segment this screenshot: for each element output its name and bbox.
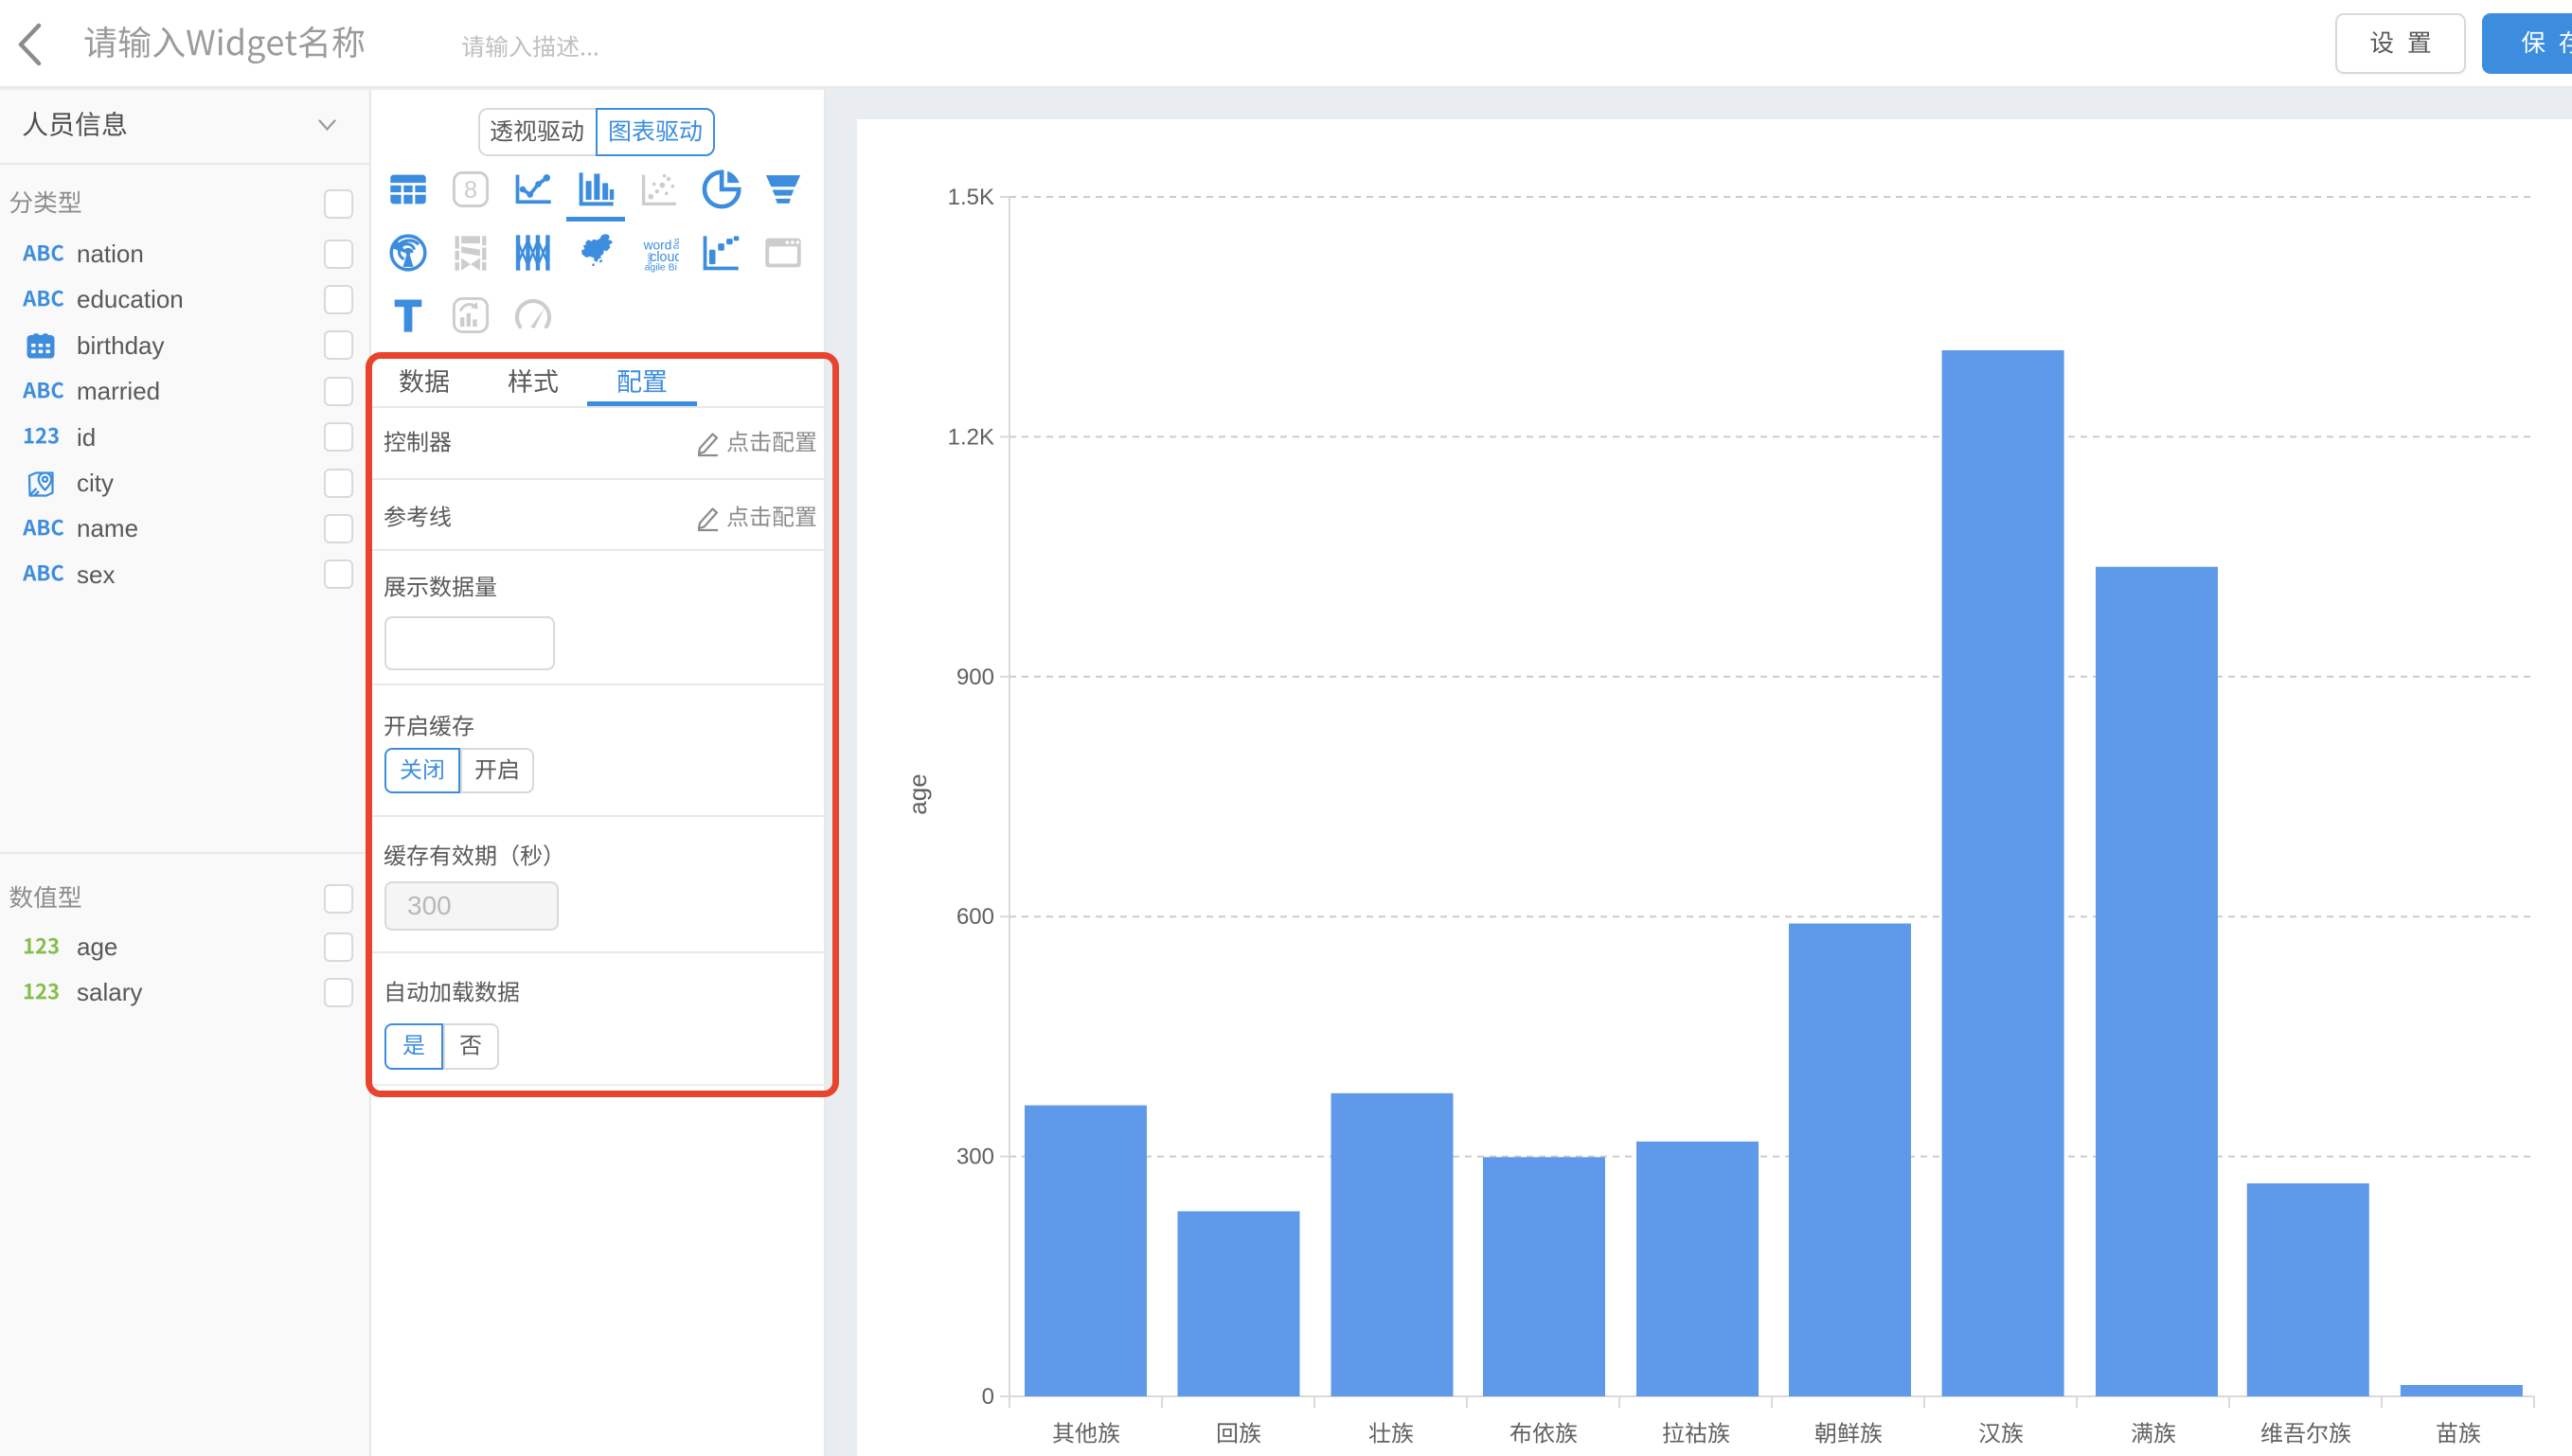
svg-text:agile Bi: agile Bi: [645, 263, 677, 274]
svg-text:900: 900: [956, 665, 994, 690]
svg-text:0: 0: [982, 1384, 994, 1410]
svg-text:age: age: [903, 773, 932, 814]
svg-text:1.5K: 1.5K: [948, 185, 994, 210]
svg-text:tag: tag: [673, 239, 679, 250]
svg-text:1.2K: 1.2K: [948, 424, 994, 450]
svg-text:8: 8: [464, 177, 477, 204]
svg-text:300: 300: [956, 1145, 994, 1170]
svg-text:600: 600: [956, 904, 994, 930]
